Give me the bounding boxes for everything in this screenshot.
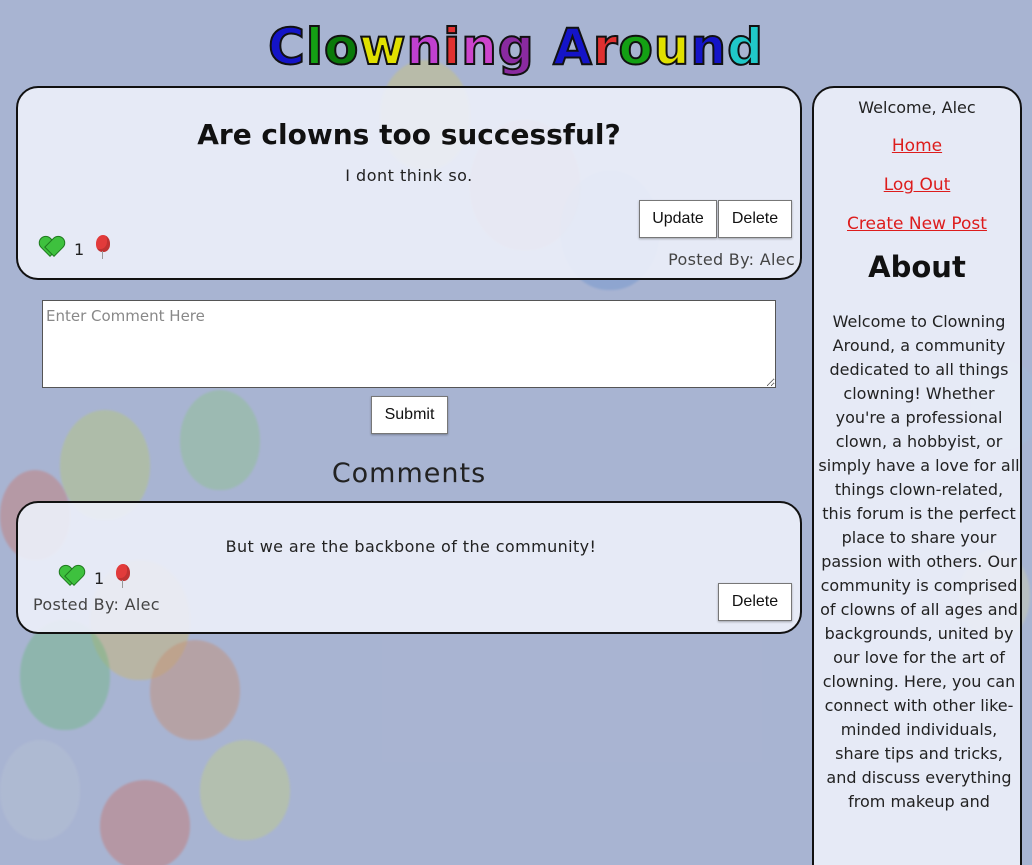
sidebar: Welcome, Alec Home Log Out Create New Po… — [812, 86, 1022, 865]
title-letter: d — [726, 17, 764, 77]
green-heart-icon[interactable] — [40, 237, 62, 257]
title-letter: C — [267, 17, 306, 77]
title-letter: r — [592, 17, 619, 77]
comment-author: Posted By: Alec — [33, 595, 160, 614]
create-post-link[interactable]: Create New Post — [814, 214, 1020, 234]
home-link[interactable]: Home — [814, 136, 1020, 156]
submit-comment-button[interactable]: Submit — [371, 396, 448, 434]
post-like-count: 1 — [74, 240, 85, 259]
red-balloon-icon[interactable] — [96, 235, 111, 259]
title-letter: n — [406, 17, 444, 77]
title-letter: w — [358, 17, 407, 77]
title-letter: i — [442, 17, 462, 77]
about-text: Welcome to Clowning Around, a community … — [818, 312, 1020, 811]
update-button[interactable]: Update — [639, 200, 717, 238]
post-body: I dont think so. — [345, 166, 473, 185]
comment-card: But we are the backbone of the community… — [16, 501, 802, 634]
title-letter: o — [323, 17, 360, 77]
title-letter — [535, 18, 553, 76]
post-card: Are clowns too successful? I dont think … — [16, 86, 802, 280]
post-title: Are clowns too successful? — [197, 118, 621, 151]
title-letter: n — [460, 17, 498, 77]
post-author: Posted By: Alec — [668, 250, 795, 269]
title-letter: g — [497, 17, 535, 77]
comment-input[interactable] — [42, 300, 776, 388]
title-letter: A — [552, 17, 593, 77]
site-title: Clowning Around — [0, 17, 1032, 77]
title-letter: o — [617, 17, 654, 77]
post-reactions: 1 — [40, 234, 111, 259]
comments-heading: Comments — [331, 458, 487, 489]
comment-body: But we are the backbone of the community… — [225, 537, 597, 556]
comment-like-count: 1 — [94, 569, 105, 588]
red-balloon-icon[interactable] — [116, 564, 131, 588]
about-heading: About — [868, 250, 966, 284]
logout-link[interactable]: Log Out — [814, 175, 1020, 195]
title-letter: n — [689, 17, 728, 77]
green-heart-icon[interactable] — [60, 566, 82, 586]
comment-reactions: 1 — [60, 563, 131, 588]
title-letter: u — [653, 17, 691, 77]
title-letter: l — [305, 17, 324, 77]
delete-comment-button[interactable]: Delete — [718, 583, 792, 621]
delete-post-button[interactable]: Delete — [718, 200, 792, 238]
welcome-message: Welcome, Alec — [858, 98, 976, 117]
